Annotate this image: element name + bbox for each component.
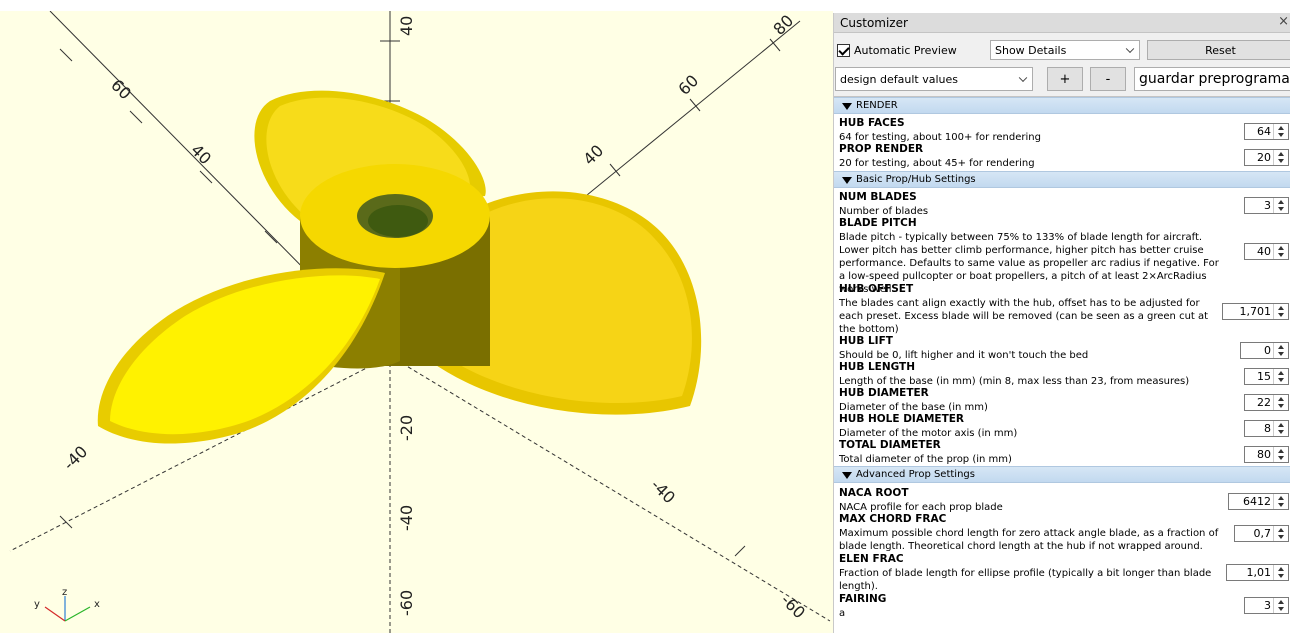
customizer-title: Customizer [840,16,908,30]
naca-root-spinbox[interactable]: 6412 [1228,493,1289,510]
svg-text:-40: -40 [647,475,679,507]
svg-text:80: 80 [769,11,797,39]
svg-text:z: z [62,587,67,598]
spin-arrows-icon[interactable] [1273,150,1288,165]
param-name: ELEN FRAC [839,553,904,565]
spin-arrows-icon[interactable] [1273,244,1288,259]
param-name: HUB LIFT [839,335,893,347]
svg-text:40: 40 [397,16,416,36]
scene: 60 40 60 40 80 20 40 -20 -40 -60 -40 -40… [9,11,831,633]
max-chord-frac-spinbox[interactable]: 0,7 [1234,525,1289,542]
svg-text:40: 40 [579,141,607,169]
chevron-down-icon [1018,73,1028,83]
param-desc: a [839,608,846,619]
customizer-titlebar: Customizer × [834,13,1290,33]
spin-arrows-icon[interactable] [1273,447,1288,462]
customizer-panel: Customizer × Automatic Preview Show Deta… [833,13,1290,633]
param-desc: The blades cant align exactly with the h… [839,298,1209,335]
param-name: HUB HOLE DIAMETER [839,413,964,425]
chevron-down-icon [1125,44,1135,54]
spin-arrows-icon[interactable] [1273,421,1288,436]
svg-text:60: 60 [107,75,135,103]
hub-hole-diameter-spinbox[interactable]: 8 [1244,420,1289,437]
svg-text:-60: -60 [397,590,416,616]
param-name: PROP RENDER [839,143,924,155]
elen-frac-spinbox[interactable]: 1,01 [1226,564,1289,581]
param-name: HUB DIAMETER [839,387,929,399]
spin-arrows-icon[interactable] [1273,304,1288,319]
3d-viewport[interactable]: 60 40 60 40 80 20 40 -20 -40 -60 -40 -40… [0,11,833,633]
hub-faces-spinbox[interactable]: 64 [1244,123,1289,140]
expand-triangle-icon [842,103,852,110]
spin-arrows-icon[interactable] [1273,198,1288,213]
param-name: MAX CHORD FRAC [839,513,947,525]
param-name: HUB LENGTH [839,361,916,373]
svg-text:-60: -60 [777,590,809,622]
spin-arrows-icon[interactable] [1273,565,1288,580]
spin-arrows-icon[interactable] [1273,526,1288,541]
close-icon[interactable]: × [1278,14,1289,29]
preset-select[interactable]: design default values [835,67,1033,91]
spin-arrows-icon[interactable] [1273,598,1288,613]
svg-text:-40: -40 [397,505,416,531]
param-name: BLADE PITCH [839,217,917,229]
axes-indicator: z y x [34,587,100,622]
svg-text:-40: -40 [59,442,91,474]
spin-arrows-icon[interactable] [1273,395,1288,410]
hub-offset-spinbox[interactable]: 1,701 [1222,303,1289,320]
svg-text:-20: -20 [397,415,416,441]
param-name: NUM BLADES [839,191,917,203]
param-name: NACA ROOT [839,487,909,499]
spin-arrows-icon[interactable] [1273,369,1288,384]
automatic-preview-label: Automatic Preview [854,43,957,57]
hub-lift-spinbox[interactable]: 0 [1240,342,1289,359]
prop-render-spinbox[interactable]: 20 [1244,149,1289,166]
group-render[interactable]: RENDER [834,97,1290,114]
add-preset-button[interactable]: + [1047,67,1083,91]
preset-name-input[interactable]: guardar preprogramado [1134,67,1290,91]
hub-length-spinbox[interactable]: 15 [1244,368,1289,385]
param-name: HUB FACES [839,117,905,129]
param-desc: Total diameter of the prop (in mm) [839,454,1012,465]
details-select[interactable]: Show Details [990,40,1140,60]
group-advanced-prop[interactable]: Advanced Prop Settings [834,466,1290,483]
spin-arrows-icon[interactable] [1273,124,1288,139]
checkbox-checked-icon[interactable] [837,43,850,57]
propeller-model[interactable] [97,90,702,444]
group-basic-prop-hub[interactable]: Basic Prop/Hub Settings [834,171,1290,188]
remove-preset-button[interactable]: - [1090,67,1126,91]
expand-triangle-icon [842,472,852,479]
total-diameter-spinbox[interactable]: 80 [1244,446,1289,463]
param-name: FAIRING [839,593,887,605]
param-desc: Maximum possible chord length for zero a… [839,528,1219,552]
spin-arrows-icon[interactable] [1273,494,1288,509]
reset-button[interactable]: Reset [1147,40,1290,60]
parameter-list: RENDER HUB FACES 64 for testing, about 1… [834,96,1290,633]
param-desc: Fraction of blade length for ellipse pro… [839,568,1212,592]
spin-arrows-icon[interactable] [1273,343,1288,358]
svg-text:x: x [94,599,100,610]
svg-text:y: y [34,599,40,610]
num-blades-spinbox[interactable]: 3 [1244,197,1289,214]
hub-hole-inner [368,205,428,237]
param-desc: 20 for testing, about 45+ for rendering [839,158,1035,169]
param-name: HUB OFFSET [839,283,914,295]
automatic-preview-toggle[interactable]: Automatic Preview [837,42,957,58]
fairing-spinbox[interactable]: 3 [1244,597,1289,614]
expand-triangle-icon [842,177,852,184]
svg-text:40: 40 [187,140,215,168]
param-name: TOTAL DIAMETER [839,439,941,451]
svg-text:60: 60 [674,71,702,99]
blade-pitch-spinbox[interactable]: 40 [1244,243,1289,260]
hub-diameter-spinbox[interactable]: 22 [1244,394,1289,411]
